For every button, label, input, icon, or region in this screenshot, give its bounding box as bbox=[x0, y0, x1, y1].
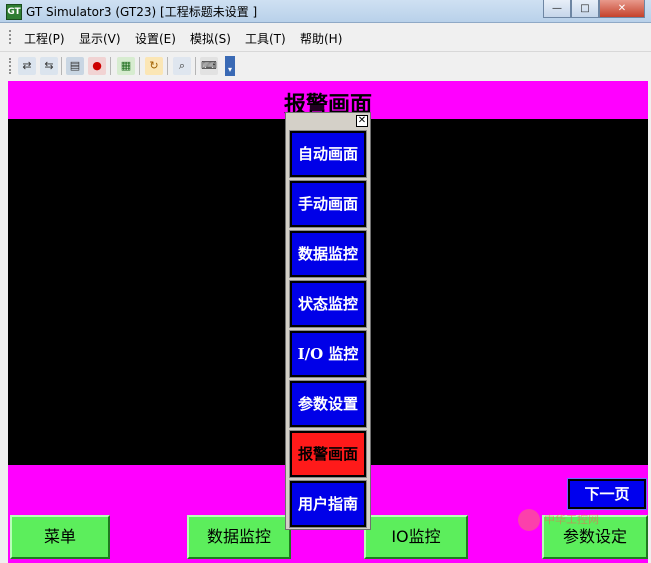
toolbar-separator bbox=[167, 57, 168, 75]
open-icon[interactable]: ⇄ bbox=[18, 57, 36, 75]
device-icon[interactable]: ▤ bbox=[66, 57, 84, 75]
close-button[interactable]: ✕ bbox=[599, 0, 645, 18]
toolbar-grip[interactable] bbox=[9, 58, 14, 74]
popup-item-io-monitor[interactable]: I/O 监控 bbox=[289, 330, 367, 378]
title-bar: GT GT Simulator3 (GT23) [工程标题未设置 ] — □ ✕ bbox=[0, 0, 651, 23]
menu-project[interactable]: 工程(P) bbox=[24, 30, 65, 47]
save-icon[interactable]: ⇆ bbox=[40, 57, 58, 75]
data-monitor-button[interactable]: 数据监控 bbox=[187, 515, 291, 559]
popup-item-status-monitor[interactable]: 状态监控 bbox=[289, 280, 367, 328]
menu-button[interactable]: 菜单 bbox=[10, 515, 110, 559]
search-icon[interactable]: ⌕ bbox=[173, 57, 191, 75]
keyboard-icon[interactable]: ⌨ bbox=[200, 57, 218, 75]
toolbar-separator bbox=[110, 57, 111, 75]
toolbar: ⇄ ⇆ ▤ ● ▦ ↻ ⌕ ⌨ bbox=[0, 52, 651, 80]
window-controls: — □ ✕ bbox=[543, 0, 645, 18]
toolbar-dropdown-icon[interactable]: ▾ bbox=[225, 56, 235, 76]
popup-item-auto[interactable]: 自动画面 bbox=[289, 130, 367, 178]
menu-settings[interactable]: 设置(E) bbox=[135, 30, 176, 47]
menu-bar: 工程(P) 显示(V) 设置(E) 模拟(S) 工具(T) 帮助(H) bbox=[0, 23, 651, 52]
maximize-button[interactable]: □ bbox=[571, 0, 599, 18]
toolbar-separator bbox=[139, 57, 140, 75]
window-title: GT Simulator3 (GT23) [工程标题未设置 ] bbox=[26, 5, 258, 19]
menu-simulate[interactable]: 模拟(S) bbox=[190, 30, 231, 47]
minimize-button[interactable]: — bbox=[543, 0, 571, 18]
popup-close-icon[interactable]: ✕ bbox=[356, 115, 368, 127]
popup-item-parameters[interactable]: 参数设置 bbox=[289, 380, 367, 428]
app-icon: GT bbox=[6, 4, 22, 20]
next-page-button[interactable]: 下一页 bbox=[567, 478, 647, 510]
toolbar-separator bbox=[61, 57, 62, 75]
monitor-icon[interactable]: ▦ bbox=[117, 57, 135, 75]
popup-item-alarm[interactable]: 报警画面 bbox=[289, 430, 367, 478]
menu-view[interactable]: 显示(V) bbox=[79, 30, 121, 47]
watermark: 中华工控网 bbox=[518, 507, 648, 537]
popup-item-manual[interactable]: 手动画面 bbox=[289, 180, 367, 228]
popup-item-user-guide[interactable]: 用户指南 bbox=[289, 480, 367, 528]
stop-icon[interactable]: ● bbox=[88, 57, 106, 75]
navigation-popup: ✕ 自动画面 手动画面 数据监控 状态监控 I/O 监控 参数设置 报警画面 用… bbox=[285, 112, 371, 530]
toolbar-separator bbox=[195, 57, 196, 75]
menu-tools[interactable]: 工具(T) bbox=[245, 30, 286, 47]
gear-icon bbox=[518, 509, 540, 531]
refresh-icon[interactable]: ↻ bbox=[145, 57, 163, 75]
io-monitor-button[interactable]: IO监控 bbox=[364, 515, 468, 559]
watermark-text: 中华工控网 bbox=[544, 513, 599, 526]
menu-help[interactable]: 帮助(H) bbox=[300, 30, 342, 47]
menubar-grip[interactable] bbox=[9, 30, 14, 44]
popup-item-data-monitor[interactable]: 数据监控 bbox=[289, 230, 367, 278]
